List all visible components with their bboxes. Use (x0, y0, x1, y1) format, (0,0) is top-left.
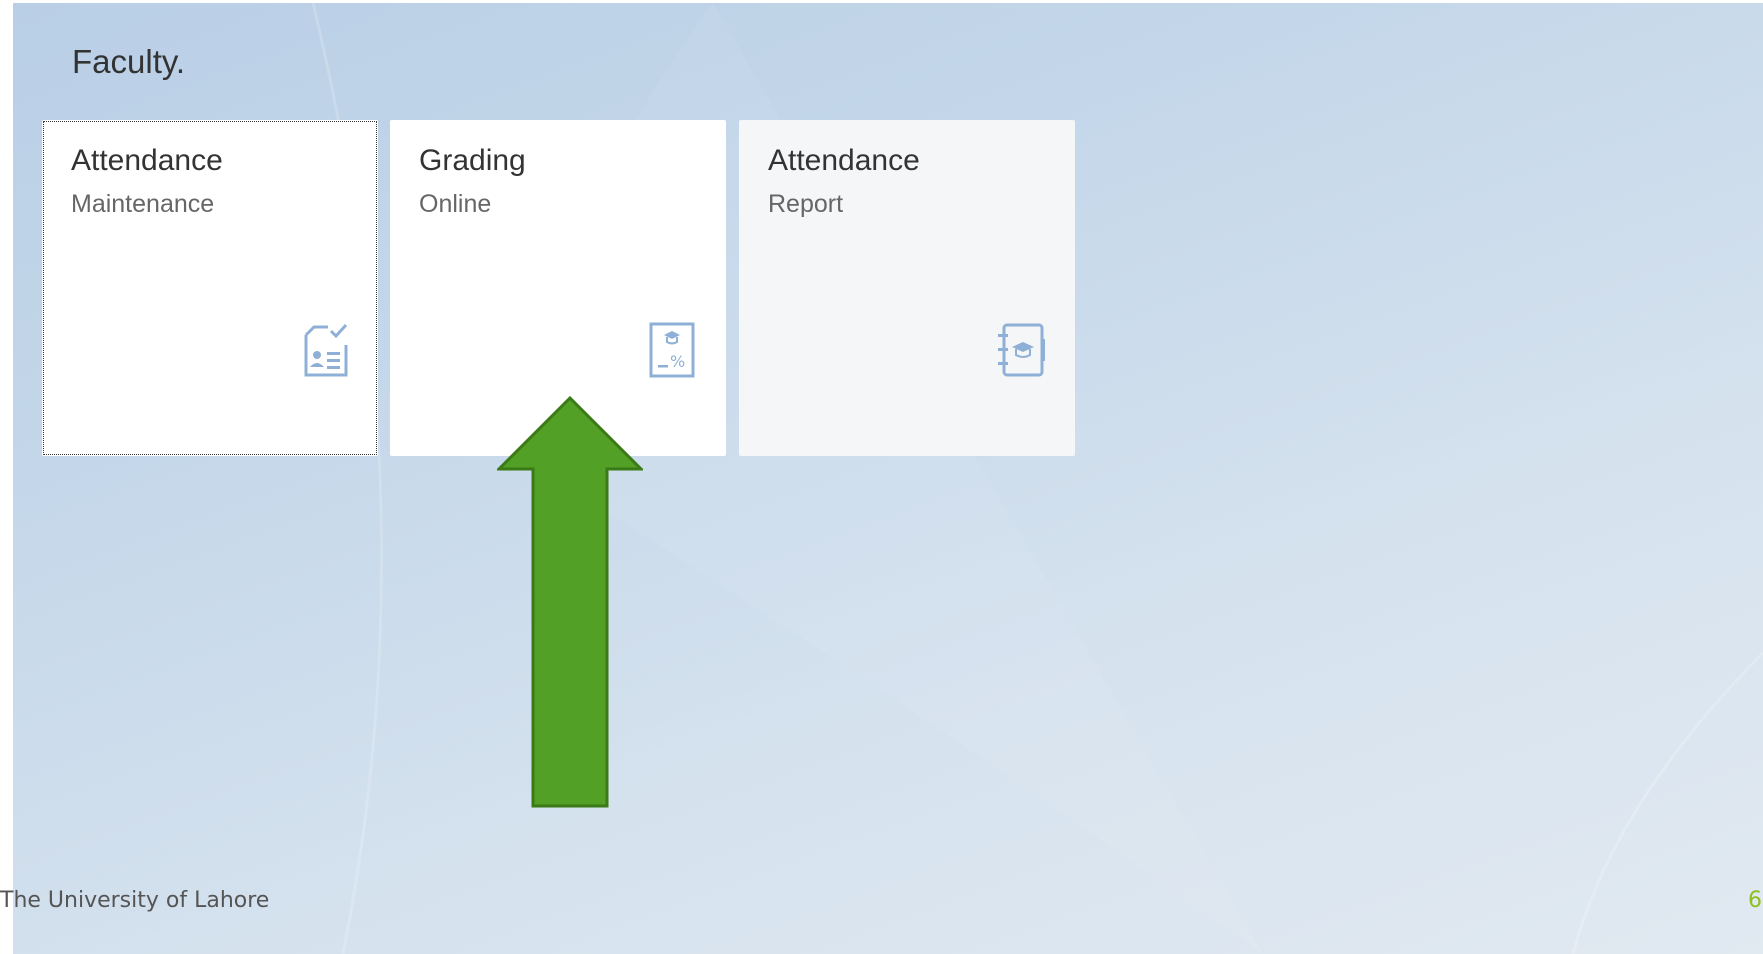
tile-title: Attendance (768, 144, 920, 177)
grade-percent-icon: % (649, 322, 695, 378)
launchpad-background: Faculty. Attendance Maintenance Grading … (13, 3, 1763, 954)
tile-subtitle: Report (768, 190, 844, 218)
tile-attendance-maintenance[interactable]: Attendance Maintenance (42, 120, 378, 456)
tile-subtitle: Online (419, 190, 492, 218)
tile-title: Grading (419, 144, 526, 177)
graduation-notebook-icon (998, 323, 1045, 377)
slide: Faculty. Attendance Maintenance Grading … (0, 0, 1763, 954)
tile-subtitle: Maintenance (71, 190, 215, 218)
slide-page-number: 6 (1748, 888, 1762, 913)
annotation-up-arrow (497, 396, 643, 808)
footer-organization: The University of Lahore (0, 888, 270, 913)
attendance-form-icon (304, 323, 348, 377)
svg-text:%: % (670, 352, 685, 371)
tile-attendance-report[interactable]: Attendance Report (739, 120, 1075, 456)
tile-title: Attendance (71, 144, 223, 177)
group-title: Faculty. (72, 43, 186, 80)
